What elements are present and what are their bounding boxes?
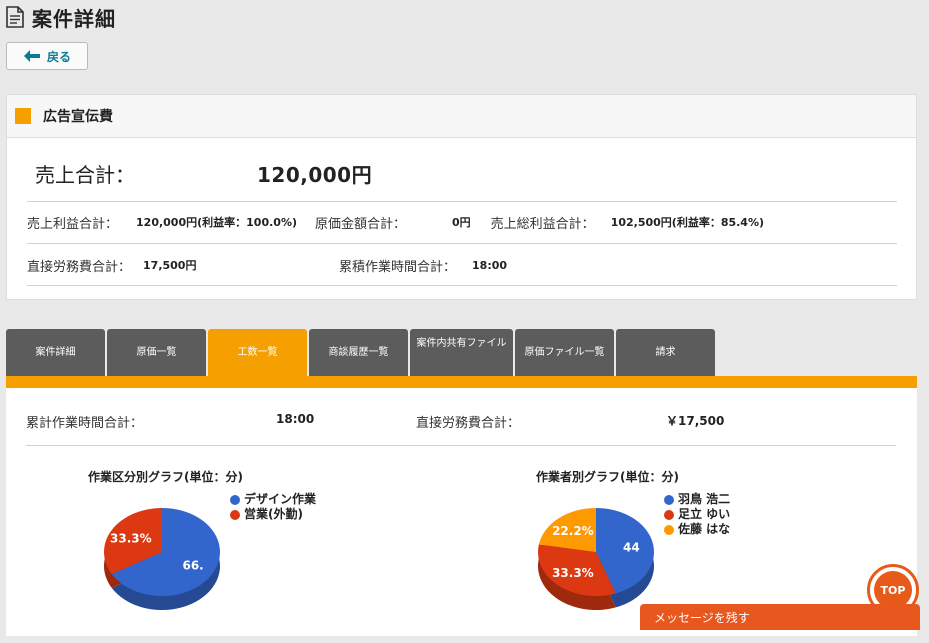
category-square-icon — [15, 108, 31, 124]
workhours-panel: 累計作業時間合計： 18:00 直接労務費合計： ￥17,500 作業区分別グラ… — [6, 388, 917, 638]
metric-label: 売上総利益合計： — [490, 216, 595, 232]
hours-total-value: 18:00 — [276, 412, 315, 426]
divider — [27, 285, 897, 286]
metric-value: 120,000円(利益率：100.0%) — [136, 216, 297, 229]
pie-slice-label: 66. — [182, 559, 203, 573]
metric-value: 17,500円 — [143, 259, 197, 272]
metric-label: 原価金額合計： — [315, 216, 407, 232]
labor-total-value: ￥17,500 — [666, 414, 725, 428]
metric-label: 売上利益合計： — [27, 216, 119, 232]
project-header: 広告宣伝費 — [7, 95, 916, 138]
project-panel: 広告宣伝費 売上合計： 120,000円 売上利益合計： 120,000円(利益… — [6, 94, 917, 300]
pie-slice-label: 33.3% — [110, 531, 152, 545]
chart-title: 作業区分別グラフ(単位：分) — [88, 470, 243, 484]
metric-label: 直接労務費合計： — [27, 259, 132, 275]
back-arrow-icon — [23, 50, 40, 62]
document-icon — [6, 6, 24, 28]
back-button[interactable]: 戻る — [6, 42, 88, 70]
tab-billing[interactable]: 請求 — [616, 329, 715, 376]
leave-message-button[interactable]: メッセージを残す — [640, 604, 920, 630]
workhours-summary: 累計作業時間合計： 18:00 直接労務費合計： ￥17,500 — [26, 412, 724, 431]
divider — [26, 445, 896, 446]
pie-slice-label: 33.3% — [552, 566, 594, 580]
hours-total-label: 累計作業時間合計： — [26, 416, 144, 431]
metrics-row-1: 売上利益合計： 120,000円(利益率：100.0%) 原価金額合計： 0円 … — [27, 202, 907, 242]
sales-total-row: 売上合計： 120,000円 — [35, 159, 372, 188]
divider — [27, 243, 897, 244]
pie-chart-work-category: 66. 33.3% — [104, 508, 220, 610]
tab-bar: 案件詳細 原価一覧 工数一覧 商談履歴一覧 案件内共有ファイル 原価ファイル一覧… — [6, 329, 715, 376]
tab-underline — [6, 376, 917, 388]
page-title: 案件詳細 — [32, 6, 116, 31]
metric-value: 102,500円(利益率：85.4%) — [610, 216, 765, 229]
sales-total-label: 売上合計： — [35, 163, 135, 187]
labor-total-label: 直接労務費合計： — [416, 416, 521, 431]
tab-negotiation-history[interactable]: 商談履歴一覧 — [309, 329, 408, 376]
project-name: 広告宣伝費 — [43, 109, 113, 125]
tab-shared-files[interactable]: 案件内共有ファイル — [410, 329, 513, 376]
pie-slice-label: 44 — [623, 540, 640, 554]
metrics-row-2: 直接労務費合計： 17,500円 累積作業時間合計： 18:00 — [27, 245, 907, 285]
bottom-strip — [0, 636, 929, 643]
back-label: 戻る — [46, 49, 71, 64]
metric-value: 0円 — [452, 216, 471, 229]
tab-cost-list[interactable]: 原価一覧 — [107, 329, 206, 376]
page-header: 案件詳細 — [6, 0, 116, 34]
metric-value: 18:00 — [472, 258, 508, 272]
chart-title: 作業者別グラフ(単位：分) — [536, 470, 679, 484]
sales-total-value: 120,000円 — [257, 163, 373, 187]
metric-label: 累積作業時間合計： — [339, 259, 457, 275]
tab-project-detail[interactable]: 案件詳細 — [6, 329, 105, 376]
tab-cost-files[interactable]: 原価ファイル一覧 — [515, 329, 614, 376]
pie-slice-label: 22.2% — [552, 524, 594, 538]
tab-workhours-list[interactable]: 工数一覧 — [208, 329, 307, 376]
